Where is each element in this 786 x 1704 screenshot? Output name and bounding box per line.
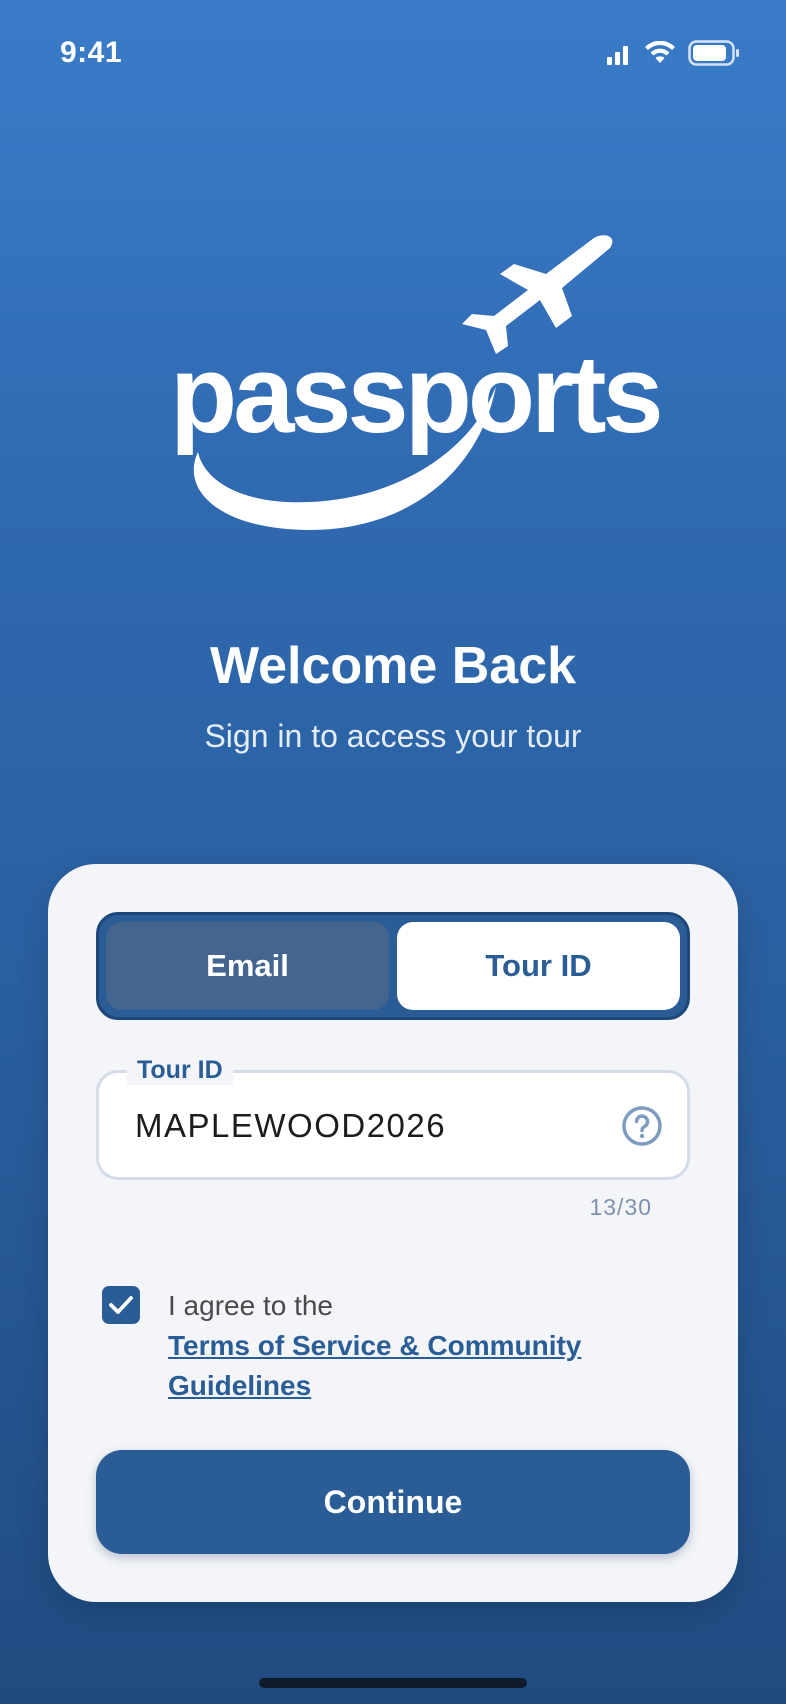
status-icons bbox=[606, 40, 740, 66]
battery-icon bbox=[688, 40, 739, 66]
terms-link[interactable]: Terms of Service & Community Guidelines bbox=[168, 1326, 608, 1406]
login-method-toggle: Email Tour ID bbox=[96, 912, 690, 1020]
welcome-subtitle: Sign in to access your tour bbox=[204, 718, 582, 754]
tour-id-field[interactable]: Tour ID bbox=[96, 1055, 690, 1180]
status-bar: 9:41 bbox=[0, 0, 786, 110]
agreement-prefix: I agree to the bbox=[168, 1290, 334, 1321]
tour-id-label: Tour ID bbox=[127, 1055, 233, 1085]
character-counter: 13/30 bbox=[589, 1194, 652, 1220]
checkmark-icon bbox=[109, 1296, 133, 1314]
login-card: Email Tour ID Tour ID 13/30 I agree to t… bbox=[48, 864, 738, 1602]
tour-id-input[interactable] bbox=[135, 1107, 575, 1145]
help-icon[interactable] bbox=[621, 1105, 663, 1147]
welcome-title: Welcome Back bbox=[209, 637, 577, 695]
signal-icon bbox=[607, 46, 628, 65]
status-time: 9:41 bbox=[60, 36, 123, 69]
home-indicator bbox=[259, 1678, 527, 1688]
tab-tour-id[interactable]: Tour ID bbox=[397, 922, 680, 1010]
agreement-checkbox[interactable] bbox=[102, 1286, 140, 1324]
logo-wordmark: passports bbox=[170, 333, 664, 456]
passports-logo: passports bbox=[160, 230, 664, 560]
continue-button[interactable]: Continue bbox=[96, 1450, 690, 1554]
agreement-text: I agree to the Terms of Service & Commun… bbox=[168, 1286, 688, 1406]
tab-email[interactable]: Email bbox=[106, 922, 389, 1010]
wifi-icon bbox=[645, 41, 675, 63]
